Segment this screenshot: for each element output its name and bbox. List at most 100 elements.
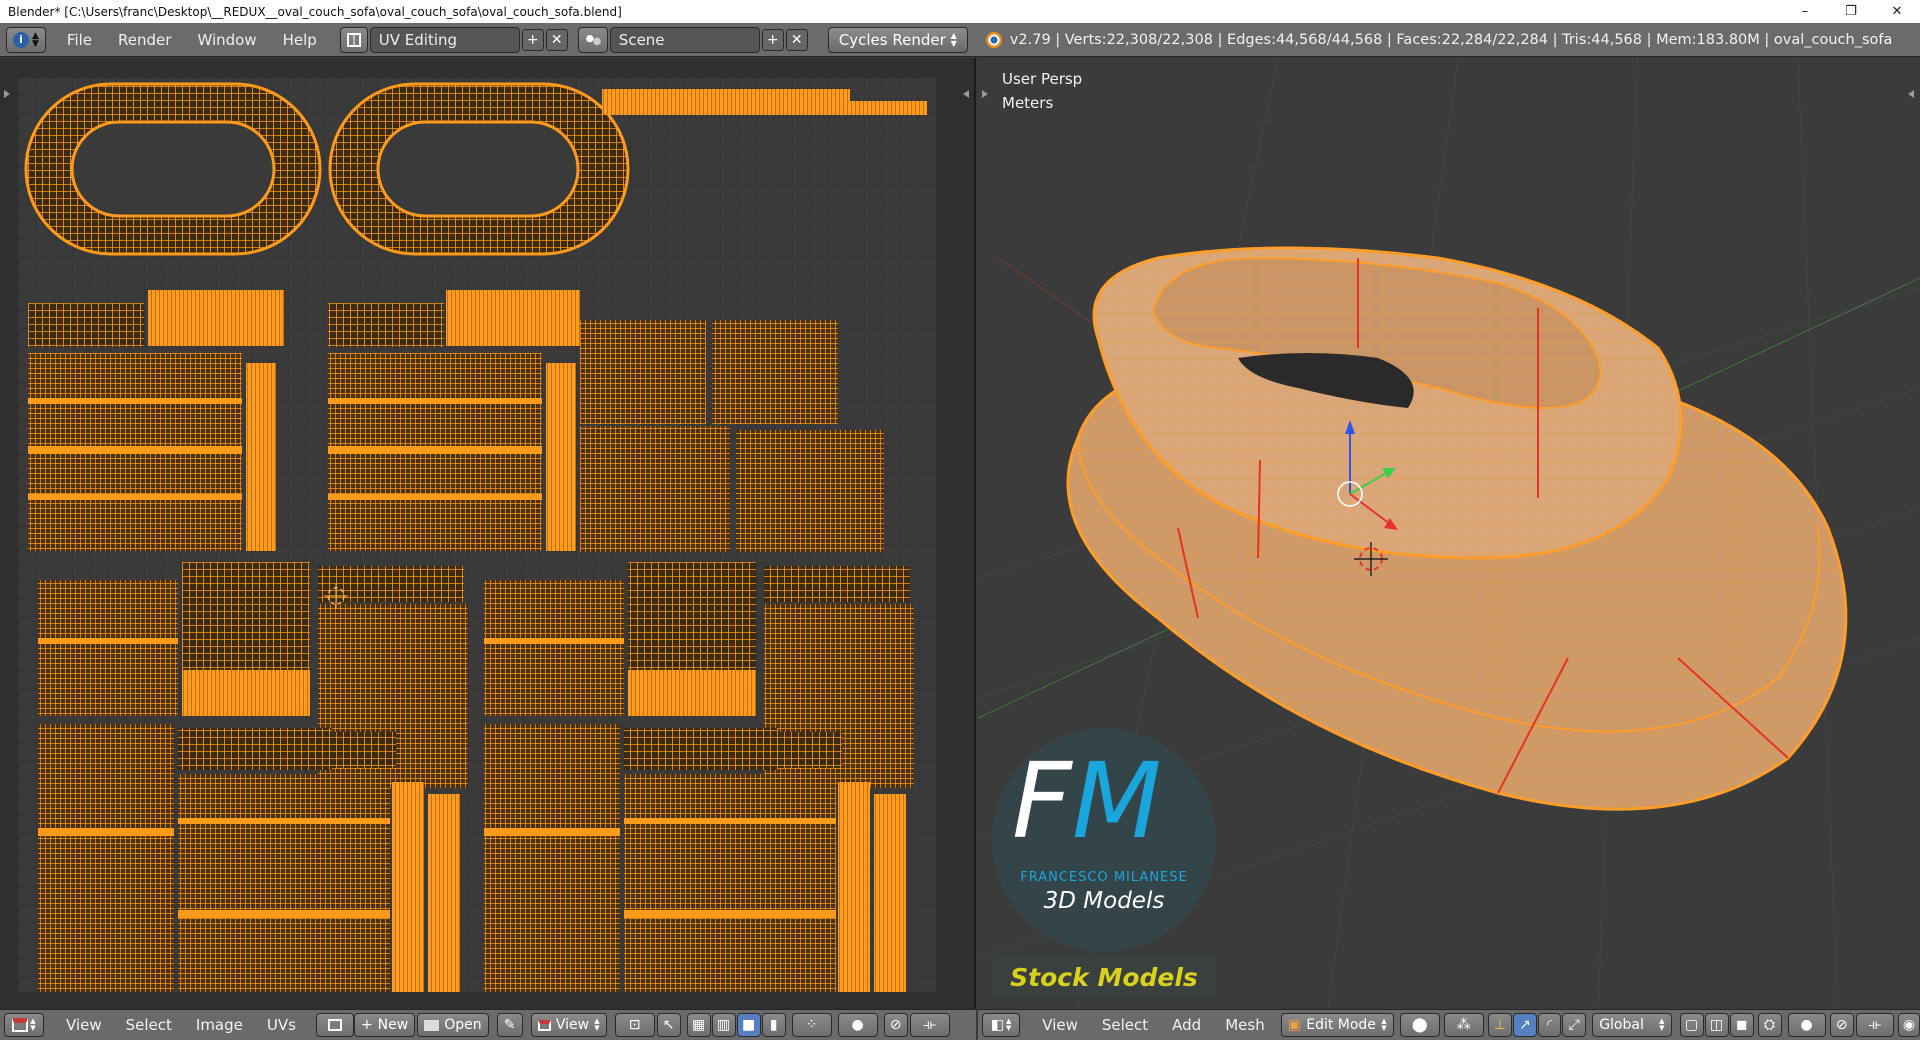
menu-help[interactable]: Help: [270, 31, 330, 49]
edge-select-button[interactable]: ◫: [1704, 1013, 1729, 1037]
snap-target-icon: ⟛: [923, 1017, 936, 1033]
face-select-icon: ◼: [1735, 1017, 1748, 1033]
updown-icon: ▲ ▼: [32, 30, 39, 49]
proportional-edit-dropdown[interactable]: ●: [1787, 1013, 1826, 1037]
screen-layout-field[interactable]: UV Editing: [369, 26, 520, 53]
select-mode-island-button[interactable]: ▮: [761, 1013, 786, 1037]
new-image-button[interactable]: + New: [353, 1013, 416, 1037]
render-engine-dropdown[interactable]: Cycles Render ▲ ▼: [827, 26, 968, 53]
pivot-point-dropdown[interactable]: ⁂: [1443, 1013, 1484, 1037]
snap-icon: ⊘: [1835, 1017, 1848, 1033]
view-mode-dropdown[interactable]: View ▲ ▼: [530, 1013, 607, 1037]
scale-manipulator-button[interactable]: ⤢: [1562, 1013, 1587, 1037]
3d-view-icon: ◧: [990, 1017, 1005, 1033]
blender-logo-icon: [985, 31, 1002, 48]
image-browse-icon: [327, 1019, 342, 1031]
uv-island-group-bottom-right: [484, 562, 914, 992]
manipulator-toggle-button[interactable]: ⊥: [1487, 1013, 1512, 1037]
pin-icon: ✎: [503, 1017, 516, 1033]
updown-icon: ▲ ▼: [1381, 1017, 1387, 1032]
translate-manipulator-button[interactable]: ↗: [1512, 1013, 1537, 1037]
remove-layout-x-icon[interactable]: ✕: [545, 28, 568, 51]
3d-menu-view[interactable]: View: [1030, 1016, 1090, 1034]
info-icon: i: [13, 31, 29, 48]
menu-window[interactable]: Window: [184, 31, 269, 49]
add-scene-plus-icon[interactable]: +: [761, 28, 784, 51]
uv-menu-select[interactable]: Select: [114, 1016, 184, 1034]
image-editor-icon: [12, 1018, 29, 1032]
pivot-icon: ⊡: [628, 1017, 641, 1033]
pivot-dropdown[interactable]: ⊡: [614, 1013, 655, 1037]
open-image-label: Open: [444, 1017, 482, 1033]
updown-icon: ▲ ▼: [594, 1017, 600, 1032]
plus-icon: +: [360, 1017, 373, 1033]
select-mode-edge-button[interactable]: ▥: [711, 1013, 736, 1037]
restore-button[interactable]: ❐: [1828, 0, 1874, 23]
scene-icon: [584, 32, 601, 47]
view-mode-label: View: [555, 1017, 590, 1033]
uv-island-oval-left: [24, 82, 322, 256]
sync-selection-button[interactable]: ↖: [656, 1013, 681, 1037]
new-image-label: New: [377, 1017, 409, 1033]
scene-selector-button[interactable]: [577, 26, 608, 53]
uv-menu-image[interactable]: Image: [184, 1016, 255, 1034]
proportional-edit-icon: ●: [851, 1017, 864, 1033]
stock-models-banner: Stock Models: [992, 955, 1216, 999]
folder-icon: [424, 1019, 440, 1031]
render-engine-label: Cycles Render: [838, 30, 946, 49]
proportional-edit-icon: ●: [1800, 1017, 1813, 1033]
manipulator-icon: ⊥: [1493, 1017, 1506, 1033]
face-select-icon: ■: [742, 1017, 756, 1033]
menu-render[interactable]: Render: [105, 31, 184, 49]
logo-letter-m: M: [1071, 740, 1162, 862]
snap-toggle-button[interactable]: ⊘: [883, 1013, 908, 1037]
vertex-select-button[interactable]: ▢: [1679, 1013, 1704, 1037]
sticky-selection-dropdown[interactable]: ⁘: [791, 1013, 832, 1037]
uv-menu-view[interactable]: View: [54, 1016, 114, 1034]
menu-file[interactable]: File: [54, 31, 105, 49]
remove-scene-x-icon[interactable]: ✕: [785, 28, 808, 51]
snap-target-dropdown[interactable]: ⟛: [909, 1013, 950, 1037]
editor-type-button[interactable]: ◧ ▲ ▼: [982, 1013, 1021, 1037]
uv-editor-panel[interactable]: [0, 58, 976, 1009]
uv-menu-uvs[interactable]: UVs: [255, 1016, 308, 1034]
rotate-manipulator-button[interactable]: ◜: [1537, 1013, 1562, 1037]
mode-dropdown[interactable]: ▣ Edit Mode ▲ ▼: [1280, 1013, 1394, 1037]
rotate-icon: ◜: [1546, 1017, 1553, 1033]
minimize-button[interactable]: –: [1782, 0, 1828, 23]
scale-icon: ⤢: [1568, 1017, 1580, 1033]
snap-toggle-button[interactable]: ⊘: [1829, 1013, 1854, 1037]
viewport-shading-dropdown[interactable]: ⬤: [1399, 1013, 1440, 1037]
window-titlebar: Blender* [C:\Users\franc\Desktop\__REDUX…: [0, 0, 1920, 23]
image-browse-button[interactable]: [315, 1013, 354, 1037]
3d-viewport-panel[interactable]: User Persp Meters FM FRANCESCO MILANESE …: [978, 58, 1920, 1009]
render-preview-button[interactable]: ◉: [1898, 1013, 1920, 1037]
updown-icon: ▲ ▼: [950, 30, 957, 48]
close-window-button[interactable]: ✕: [1874, 0, 1920, 23]
screen-layout-button[interactable]: [339, 26, 368, 53]
scene-field[interactable]: Scene: [609, 26, 760, 53]
face-select-button[interactable]: ◼: [1729, 1013, 1754, 1037]
solid-shading-icon: ⬤: [1411, 1017, 1428, 1033]
pin-button[interactable]: ✎: [496, 1013, 523, 1037]
edge-select-icon: ◫: [1709, 1017, 1724, 1033]
proportional-edit-dropdown[interactable]: ●: [837, 1013, 878, 1037]
mode-label: Edit Mode: [1306, 1017, 1376, 1033]
3d-menu-select[interactable]: Select: [1090, 1016, 1160, 1034]
3d-menu-add[interactable]: Add: [1160, 1016, 1213, 1034]
editor-type-button[interactable]: ▲ ▼: [4, 1013, 44, 1037]
transform-orientation-dropdown[interactable]: Global ▲ ▼: [1592, 1013, 1672, 1037]
add-layout-plus-icon[interactable]: +: [521, 28, 544, 51]
select-mode-vertex-button[interactable]: ▦: [686, 1013, 711, 1037]
editor-type-info-button[interactable]: i ▲ ▼: [6, 26, 46, 53]
occlude-geometry-button[interactable]: ⛭: [1757, 1013, 1782, 1037]
open-image-button[interactable]: Open: [417, 1013, 489, 1037]
fm-logo: FM FRANCESCO MILANESE 3D Models: [992, 728, 1216, 952]
camera-icon: ◉: [1902, 1017, 1916, 1033]
3d-menu-mesh[interactable]: Mesh: [1213, 1016, 1277, 1034]
select-mode-face-button[interactable]: ■: [736, 1013, 761, 1037]
snap-element-dropdown[interactable]: ⟛: [1855, 1013, 1895, 1037]
uv-island-strip: [602, 89, 850, 101]
uv-map-canvas[interactable]: [0, 58, 976, 1009]
translate-icon: ↗: [1519, 1017, 1531, 1033]
